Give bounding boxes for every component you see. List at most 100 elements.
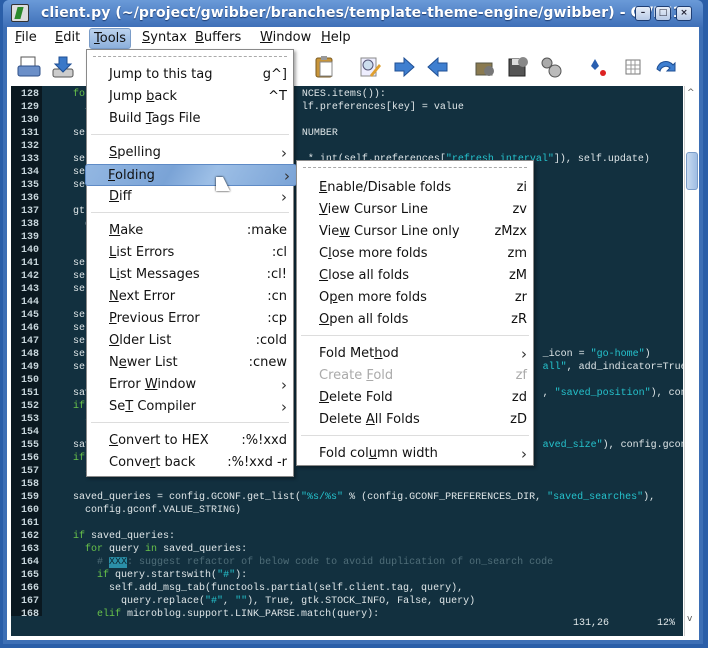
paste-icon[interactable] — [313, 55, 337, 79]
menu-syntax[interactable]: Syntax — [138, 28, 191, 49]
print-icon[interactable] — [17, 55, 41, 79]
code-line[interactable]: sel — [49, 309, 91, 322]
code-line[interactable]: sel — [49, 127, 91, 140]
code-line[interactable]: sav — [49, 439, 91, 452]
tools-menu-item-previous-error[interactable]: Previous Error:cp — [87, 308, 293, 330]
run-script-icon[interactable] — [539, 55, 563, 79]
back-arrow-icon[interactable] — [426, 55, 450, 79]
tools-menu-item-spelling[interactable]: Spelling › — [87, 142, 293, 164]
save-session-icon[interactable] — [506, 55, 530, 79]
folding-menu-item-view-cursor-line[interactable]: View Cursor Line zv — [297, 199, 533, 221]
tags-table-icon[interactable] — [621, 55, 645, 79]
code-line[interactable]: for — [49, 88, 91, 101]
tools-menu-item-list-messages[interactable]: List Messages:cl! — [87, 264, 293, 286]
tools-menu-item-jump-back[interactable]: Jump back ^T — [87, 86, 293, 108]
code-line[interactable]: sel — [49, 361, 91, 374]
code-line[interactable]: sel — [49, 322, 91, 335]
tools-menu-item-older-list[interactable]: Older List:cold — [87, 330, 293, 352]
line-number: 143 — [20, 284, 39, 295]
tools-menu-item-folding[interactable]: Folding › — [85, 164, 297, 186]
code-line[interactable]: query.replace("#", ""), True, gtk.STOCK_… — [49, 595, 475, 608]
folding-menu-item-enable-disable-folds[interactable]: Enable/Disable folds zi — [297, 177, 533, 199]
tools-menu-separator — [91, 212, 289, 213]
menu-buffers[interactable]: Buffers — [191, 28, 245, 49]
tools-menu-item-jump-to-this-tag[interactable]: Jump to this tag g^] — [87, 64, 293, 86]
menu-help[interactable]: Help — [317, 28, 355, 49]
code-line[interactable]: NCES.items()): — [302, 88, 386, 101]
folding-menu-item-close-more-folds[interactable]: Close more folds zm — [297, 243, 533, 265]
code-line[interactable]: gtk — [49, 205, 91, 218]
code-line[interactable]: saved_queries = config.GCONF.get_list("%… — [49, 491, 655, 504]
maximize-button[interactable]: □ — [655, 6, 671, 21]
code-line[interactable]: elif microblog.support.LINK_PARSE.match(… — [49, 608, 379, 621]
code-line[interactable]: if — [49, 400, 85, 413]
code-line[interactable]: _icon = "go-home") — [543, 348, 651, 361]
folding-menu-item-delete-fold[interactable]: Delete Fold zd — [297, 387, 533, 409]
tools-menu-item-make[interactable]: Make:make — [87, 220, 293, 242]
tools-menu-item-convert-to-hex[interactable]: Convert to HEX:%!xxd — [87, 430, 293, 452]
save-icon[interactable] — [51, 55, 75, 79]
menu-tools[interactable]: Tools — [89, 28, 132, 49]
folding-menu-item-delete-all-folds[interactable]: Delete All Folds zD — [297, 409, 533, 431]
tools-menu-item-diff[interactable]: Diff › — [87, 186, 293, 208]
code-line[interactable]: sel — [49, 153, 91, 166]
code-line[interactable]: sel — [49, 335, 91, 348]
scroll-down-arrow[interactable]: v — [687, 614, 692, 624]
code-line[interactable]: sel — [49, 257, 91, 270]
code-line[interactable]: for query in saved_queries: — [49, 543, 247, 556]
code-line[interactable]: all", add_indicator=True — [543, 361, 683, 374]
code-line[interactable]: s — [49, 413, 91, 426]
menu-edit[interactable]: Edit — [51, 28, 84, 49]
code-line[interactable]: if saved_queries: — [49, 530, 175, 543]
load-session-icon[interactable] — [473, 55, 497, 79]
code-line[interactable]: self.add_msg_tab(functools.partial(self.… — [49, 582, 463, 595]
scroll-up-arrow[interactable]: ^ — [687, 88, 695, 98]
folding-menu-item-fold-method[interactable]: Fold Method › — [297, 343, 533, 365]
folding-menu-item-close-all-folds[interactable]: Close all folds zM — [297, 265, 533, 287]
folding-menu-item-view-cursor-line-only[interactable]: View Cursor Line only zMzx — [297, 221, 533, 243]
tools-menu-item-build-tags-file[interactable]: Build Tags File — [87, 108, 293, 130]
tools-menu-item-convert-back[interactable]: Convert back:%!xxd -r — [87, 452, 293, 474]
code-line[interactable]: aved_size"), config.gcon — [543, 439, 683, 452]
code-line[interactable]: lf.preferences[key] = value — [302, 101, 464, 114]
vertical-scrollbar[interactable]: ^ v — [684, 86, 698, 636]
menu-item-label: Open more folds — [319, 290, 427, 305]
jump-icon[interactable] — [653, 55, 677, 79]
menu-window[interactable]: Window — [256, 28, 315, 49]
code-line[interactable]: # XXX: suggest refactor of below code to… — [49, 556, 553, 569]
minimize-button[interactable]: – — [635, 6, 651, 21]
menu-file[interactable]: File — [11, 28, 41, 49]
find-replace-icon[interactable] — [358, 55, 382, 79]
tools-menu-item-next-error[interactable]: Next Error:cn — [87, 286, 293, 308]
code-line[interactable]: i — [49, 101, 91, 114]
code-line[interactable]: config.gconf.VALUE_STRING) — [49, 504, 241, 517]
code-line[interactable]: s — [49, 465, 91, 478]
scrollbar-thumb[interactable] — [686, 152, 698, 190]
tearoff-line[interactable] — [303, 167, 527, 168]
code-line[interactable]: sav — [49, 387, 91, 400]
tearoff-line[interactable] — [93, 56, 287, 57]
tools-menu-item-error-window[interactable]: Error Window › — [87, 374, 293, 396]
menu-item-accelerator: zf — [515, 368, 527, 383]
code-line[interactable]: if query.startswith("#"): — [49, 569, 247, 582]
folding-menu-item-open-more-folds[interactable]: Open more folds zr — [297, 287, 533, 309]
folding-menu-item-fold-column-width[interactable]: Fold column width › — [297, 443, 533, 465]
close-button[interactable]: × — [676, 6, 692, 21]
make-icon[interactable] — [587, 55, 611, 79]
tools-menu-item-set-compiler[interactable]: SeT Compiler › — [87, 396, 293, 418]
folding-menu-item-open-all-folds[interactable]: Open all folds zR — [297, 309, 533, 331]
code-line[interactable]: sel — [49, 283, 91, 296]
code-line[interactable]: NUMBER — [302, 127, 338, 140]
forward-arrow-icon[interactable] — [392, 55, 416, 79]
menu-item-accelerator: zR — [511, 312, 527, 327]
code-line[interactable]: sel — [49, 270, 91, 283]
menu-item-label: Folding — [108, 168, 155, 183]
code-line[interactable]: sel — [49, 348, 91, 361]
code-line[interactable]: g — [49, 218, 91, 231]
tools-menu-item-newer-list[interactable]: Newer List:cnew — [87, 352, 293, 374]
code-line[interactable]: , "saved_position"), con — [543, 387, 683, 400]
title-bar[interactable]: client.py (~/project/gwibber/branches/te… — [3, 0, 703, 27]
tools-menu-item-list-errors[interactable]: List Errors:cl — [87, 242, 293, 264]
code-line[interactable]: if — [49, 452, 85, 465]
menu-item-accelerator: zr — [514, 290, 527, 305]
